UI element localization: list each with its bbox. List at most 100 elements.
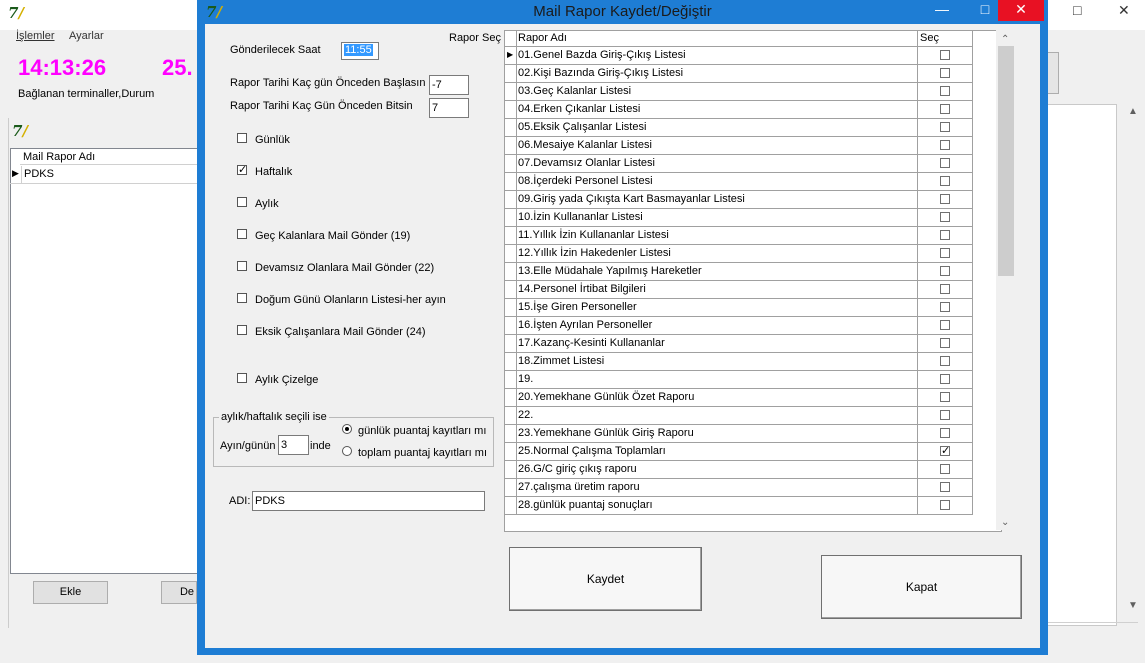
report-select-checkbox[interactable] [940,176,950,186]
report-select-cell[interactable] [917,407,973,424]
option-daily[interactable]: Günlük [237,133,290,146]
report-select-cell[interactable] [917,245,973,262]
table-row[interactable]: 25.Normal Çalışma Toplamları [505,443,973,461]
report-select-checkbox[interactable] [940,392,950,402]
report-select-cell[interactable] [917,209,973,226]
report-select-cell[interactable] [917,137,973,154]
row-indicator[interactable] [505,227,517,244]
option-monthly-chart-checkbox[interactable] [237,373,247,383]
row-indicator[interactable] [505,425,517,442]
row-indicator[interactable] [505,173,517,190]
menu-islemler[interactable]: İşlemler [16,30,55,42]
option-monthly-checkbox[interactable] [237,197,247,207]
report-select-cell[interactable] [917,317,973,334]
report-select-checkbox[interactable] [940,194,950,204]
report-select-checkbox[interactable] [940,158,950,168]
option-missing-mail[interactable]: Eksik Çalışanlara Mail Gönder (24) [237,325,426,338]
row-indicator[interactable] [505,155,517,172]
table-row[interactable]: 09.Giriş yada Çıkışta Kart Basmayanlar L… [505,191,973,209]
report-select-cell[interactable] [917,173,973,190]
grid-scroll-down-icon[interactable]: ⌄ [1001,517,1009,528]
report-select-cell[interactable] [917,101,973,118]
report-select-checkbox[interactable] [940,482,950,492]
option-birthday-list[interactable]: Doğum Günü Olanların Listesi-her ayın [237,293,446,306]
option-monthly[interactable]: Aylık [237,197,279,210]
start-days-input[interactable] [429,75,469,95]
report-select-cell[interactable] [917,335,973,352]
row-indicator[interactable] [505,83,517,100]
table-row[interactable]: 07.Devamsız Olanlar Listesi [505,155,973,173]
report-select-cell[interactable] [917,47,973,64]
main-close-icon[interactable]: ✕ [1118,2,1130,19]
row-indicator[interactable] [505,137,517,154]
row-indicator[interactable] [505,371,517,388]
dialog-minimize-icon[interactable]: — [926,0,958,21]
report-name-input[interactable] [252,491,485,511]
table-row[interactable]: 08.İçerdeki Personel Listesi [505,173,973,191]
row-indicator[interactable] [505,191,517,208]
report-select-cell[interactable] [917,155,973,172]
report-select-cell[interactable] [917,479,973,496]
table-row[interactable]: 23.Yemekhane Günlük Giriş Raporu [505,425,973,443]
close-button[interactable]: Kapat [821,555,1022,619]
radio-total-records-button[interactable] [342,446,352,456]
report-select-checkbox[interactable] [940,284,950,294]
table-row[interactable]: 06.Mesaiye Kalanlar Listesi [505,137,973,155]
report-select-checkbox[interactable] [940,356,950,366]
report-select-cell[interactable] [917,497,973,514]
report-select-checkbox[interactable] [940,68,950,78]
row-indicator[interactable] [505,101,517,118]
report-select-checkbox[interactable] [940,140,950,150]
row-indicator[interactable] [505,209,517,226]
report-select-checkbox[interactable] [940,266,950,276]
add-button[interactable]: Ekle [33,581,108,604]
report-select-checkbox[interactable] [940,428,950,438]
row-indicator[interactable] [505,299,517,316]
table-row[interactable]: 20.Yemekhane Günlük Özet Raporu [505,389,973,407]
table-row[interactable]: 12.Yıllık İzin Hakedenler Listesi [505,245,973,263]
report-select-cell[interactable] [917,119,973,136]
menu-ayarlar[interactable]: Ayarlar [69,30,104,42]
report-select-cell[interactable] [917,263,973,280]
table-row[interactable]: 13.Elle Müdahale Yapılmış Hareketler [505,263,973,281]
report-select-checkbox[interactable] [940,374,950,384]
table-row[interactable]: 04.Erken Çıkanlar Listesi [505,101,973,119]
row-indicator[interactable] [505,479,517,496]
table-row[interactable]: 19. [505,371,973,389]
grid-scroll-up-icon[interactable]: ⌃ [1001,34,1009,45]
report-select-checkbox[interactable] [940,86,950,96]
day-of-month-input[interactable] [278,435,309,455]
report-select-checkbox[interactable] [940,410,950,420]
table-row[interactable]: ▶ 01.Genel Bazda Giriş-Çıkış Listesi [505,47,973,65]
report-select-checkbox[interactable] [940,320,950,330]
row-indicator[interactable] [505,497,517,514]
report-select-checkbox[interactable] [940,50,950,60]
row-indicator[interactable] [505,461,517,478]
report-select-cell[interactable] [917,371,973,388]
table-row[interactable]: 16.İşten Ayrılan Personeller [505,317,973,335]
radio-total-records[interactable]: toplam puantaj kayıtları mı [342,446,487,459]
row-indicator[interactable] [505,443,517,460]
table-row[interactable]: 26.G/C giriç çıkış raporu [505,461,973,479]
main-scroll-up-icon[interactable]: ▲ [1128,106,1138,117]
option-missing-mail-checkbox[interactable] [237,325,247,335]
option-weekly-checkbox[interactable] [237,163,247,176]
radio-daily-records[interactable]: günlük puantaj kayıtları mı [342,424,486,437]
report-select-checkbox[interactable] [940,230,950,240]
option-birthday-list-checkbox[interactable] [237,293,247,303]
row-indicator[interactable] [505,65,517,82]
report-select-cell[interactable] [917,65,973,82]
report-select-cell[interactable] [917,299,973,316]
table-row[interactable]: 17.Kazanç-Kesinti Kullananlar [505,335,973,353]
report-select-checkbox[interactable] [940,212,950,222]
table-row[interactable]: 22. [505,407,973,425]
table-row[interactable]: 05.Eksik Çalışanlar Listesi [505,119,973,137]
row-indicator[interactable] [505,281,517,298]
report-select-cell[interactable] [917,389,973,406]
report-grid-scroll-thumb[interactable] [998,46,1014,276]
report-select-checkbox[interactable] [940,302,950,312]
main-scroll-down-icon[interactable]: ▼ [1128,600,1138,611]
report-select-cell[interactable] [917,227,973,244]
report-select-cell[interactable] [917,281,973,298]
table-row[interactable]: 18.Zimmet Listesi [505,353,973,371]
